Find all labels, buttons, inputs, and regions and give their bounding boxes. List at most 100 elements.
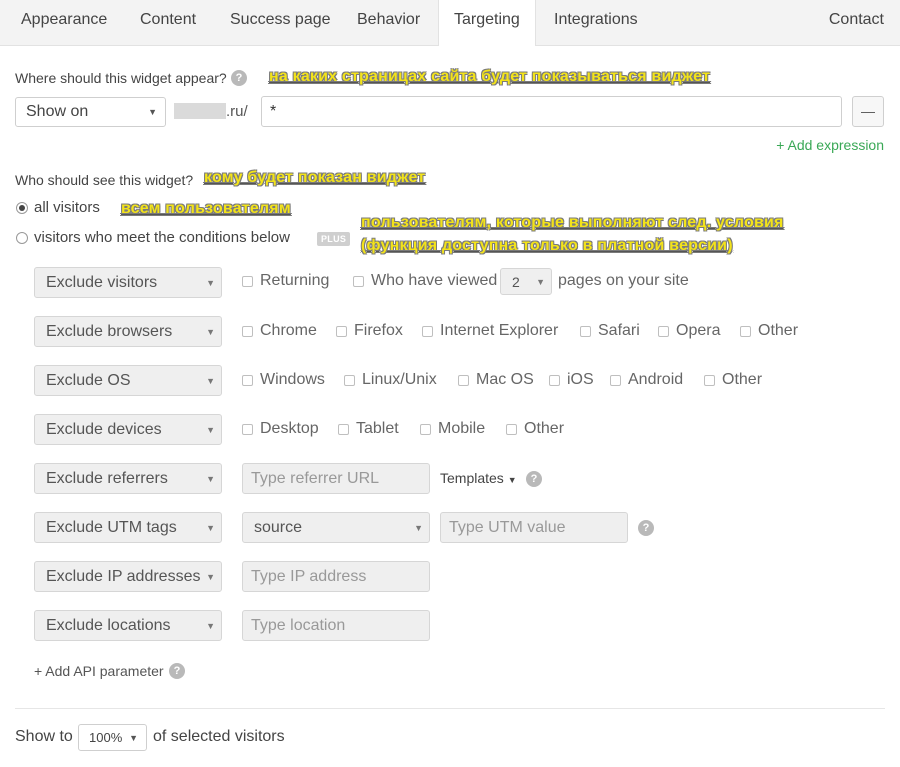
returning-label: Returning bbox=[260, 272, 330, 289]
exclude-os-select-value: Exclude OS bbox=[46, 371, 131, 389]
all-visitors-radio[interactable] bbox=[16, 202, 28, 214]
chrome-label: Chrome bbox=[260, 322, 317, 339]
exclude-utm-select[interactable]: Exclude UTM tags ▼ bbox=[34, 512, 222, 543]
exclude-devices-select-value: Exclude devices bbox=[46, 420, 162, 438]
show-on-select-value: Show on bbox=[26, 103, 89, 120]
exclude-referrers-select-value: Exclude referrers bbox=[46, 469, 168, 487]
chevron-down-icon: ▼ bbox=[148, 107, 157, 117]
ie-checkbox[interactable] bbox=[422, 326, 433, 337]
linux-label: Linux/Unix bbox=[362, 371, 437, 388]
chevron-down-icon: ▼ bbox=[206, 522, 215, 533]
browser-other-checkbox[interactable] bbox=[740, 326, 751, 337]
viewed-label: Who have viewed bbox=[371, 272, 498, 289]
who-question: Who should see this widget? bbox=[15, 172, 194, 188]
firefox-checkbox[interactable] bbox=[336, 326, 347, 337]
ios-label: iOS bbox=[567, 371, 594, 388]
remove-expression-button[interactable]: — bbox=[852, 96, 884, 127]
help-icon[interactable]: ? bbox=[169, 663, 185, 679]
help-icon[interactable]: ? bbox=[638, 520, 654, 536]
exclude-visitors-select-value: Exclude visitors bbox=[46, 273, 158, 291]
viewed-checkbox[interactable] bbox=[353, 276, 364, 287]
exclude-utm-select-value: Exclude UTM tags bbox=[46, 518, 177, 536]
chevron-down-icon: ▼ bbox=[414, 522, 423, 533]
pages-count-value: 2 bbox=[512, 273, 520, 290]
divider bbox=[15, 708, 885, 709]
exclude-devices-select[interactable]: Exclude devices ▼ bbox=[34, 414, 222, 445]
templates-label: Templates bbox=[440, 470, 504, 486]
chevron-down-icon: ▼ bbox=[206, 277, 215, 288]
show-to-percent-select[interactable]: 100% ▼ bbox=[78, 724, 147, 751]
windows-checkbox[interactable] bbox=[242, 375, 253, 386]
pages-suffix: pages on your site bbox=[558, 272, 689, 289]
chevron-down-icon: ▼ bbox=[206, 473, 215, 484]
plus-badge: PLUS bbox=[317, 232, 351, 246]
desktop-checkbox[interactable] bbox=[242, 424, 253, 435]
exclude-ip-select[interactable]: Exclude IP addresses ▼ bbox=[34, 561, 222, 592]
referrer-url-placeholder: Type referrer URL bbox=[251, 469, 380, 487]
caret-down-icon: ▼ bbox=[507, 475, 517, 485]
location-placeholder: Type location bbox=[251, 616, 346, 634]
mobile-checkbox[interactable] bbox=[420, 424, 431, 435]
show-to-percent-value: 100% bbox=[89, 730, 123, 745]
safari-checkbox[interactable] bbox=[580, 326, 591, 337]
ip-address-placeholder: Type IP address bbox=[251, 567, 367, 585]
tablet-checkbox[interactable] bbox=[338, 424, 349, 435]
macos-checkbox[interactable] bbox=[458, 375, 469, 386]
show-on-select[interactable]: Show on ▼ bbox=[15, 97, 166, 127]
device-other-checkbox[interactable] bbox=[506, 424, 517, 435]
contact-link[interactable]: Contact bbox=[829, 0, 884, 40]
templates-dropdown[interactable]: Templates ▼ bbox=[440, 470, 517, 486]
device-other-label: Other bbox=[524, 420, 565, 437]
desktop-label: Desktop bbox=[260, 420, 319, 437]
firefox-label: Firefox bbox=[354, 322, 403, 339]
page-path-input[interactable]: * bbox=[261, 96, 842, 127]
opera-label: Opera bbox=[676, 322, 721, 339]
conditions-annotation-1: пользователям, которые выполняют след. у… bbox=[361, 214, 784, 231]
android-label: Android bbox=[628, 371, 684, 388]
android-checkbox[interactable] bbox=[610, 375, 621, 386]
exclude-browsers-select[interactable]: Exclude browsers ▼ bbox=[34, 316, 222, 347]
chevron-down-icon: ▼ bbox=[206, 571, 215, 582]
pages-count-select[interactable]: 2 ▼ bbox=[500, 268, 552, 295]
help-icon[interactable]: ? bbox=[526, 471, 542, 487]
exclude-visitors-select[interactable]: Exclude visitors ▼ bbox=[34, 267, 222, 298]
chevron-down-icon: ▼ bbox=[536, 276, 545, 287]
referrer-url-input[interactable]: Type referrer URL bbox=[242, 463, 430, 494]
exclude-locations-select[interactable]: Exclude locations ▼ bbox=[34, 610, 222, 641]
tab-success-page[interactable]: Success page bbox=[230, 0, 331, 40]
utm-source-select[interactable]: source ▼ bbox=[242, 512, 430, 543]
tab-integrations[interactable]: Integrations bbox=[554, 0, 638, 40]
opera-checkbox[interactable] bbox=[658, 326, 669, 337]
location-input[interactable]: Type location bbox=[242, 610, 430, 641]
utm-value-placeholder: Type UTM value bbox=[449, 518, 566, 536]
mobile-label: Mobile bbox=[438, 420, 486, 437]
help-icon[interactable]: ? bbox=[231, 70, 247, 86]
ios-checkbox[interactable] bbox=[549, 375, 560, 386]
exclude-referrers-select[interactable]: Exclude referrers ▼ bbox=[34, 463, 222, 494]
tab-bar: Appearance Content Success page Behavior… bbox=[0, 0, 900, 46]
linux-checkbox[interactable] bbox=[344, 375, 355, 386]
tab-behavior[interactable]: Behavior bbox=[357, 0, 420, 40]
all-visitors-annotation: всем пользователям bbox=[121, 200, 291, 217]
where-annotation: на каких страницах сайта будет показыват… bbox=[269, 68, 711, 85]
windows-label: Windows bbox=[260, 371, 325, 388]
returning-checkbox[interactable] bbox=[242, 276, 253, 287]
page-path-value: * bbox=[270, 102, 277, 120]
show-to-prefix: Show to bbox=[15, 728, 73, 745]
conditions-radio[interactable] bbox=[16, 232, 28, 244]
exclude-os-select[interactable]: Exclude OS ▼ bbox=[34, 365, 222, 396]
domain-suffix: .ru/ bbox=[226, 103, 248, 120]
add-expression-link[interactable]: + Add expression bbox=[776, 137, 884, 153]
chrome-checkbox[interactable] bbox=[242, 326, 253, 337]
tab-appearance[interactable]: Appearance bbox=[21, 0, 107, 40]
ip-address-input[interactable]: Type IP address bbox=[242, 561, 430, 592]
conditions-annotation-2: (функция доступна только в платной верси… bbox=[361, 237, 733, 254]
utm-value-input[interactable]: Type UTM value bbox=[440, 512, 628, 543]
tab-content[interactable]: Content bbox=[140, 0, 196, 40]
os-other-checkbox[interactable] bbox=[704, 375, 715, 386]
all-visitors-label: all visitors bbox=[34, 199, 100, 216]
add-api-parameter-link[interactable]: + Add API parameter bbox=[34, 663, 164, 679]
conditions-label: visitors who meet the conditions below bbox=[34, 229, 290, 246]
chevron-down-icon: ▼ bbox=[206, 424, 215, 435]
tab-targeting[interactable]: Targeting bbox=[438, 0, 536, 46]
